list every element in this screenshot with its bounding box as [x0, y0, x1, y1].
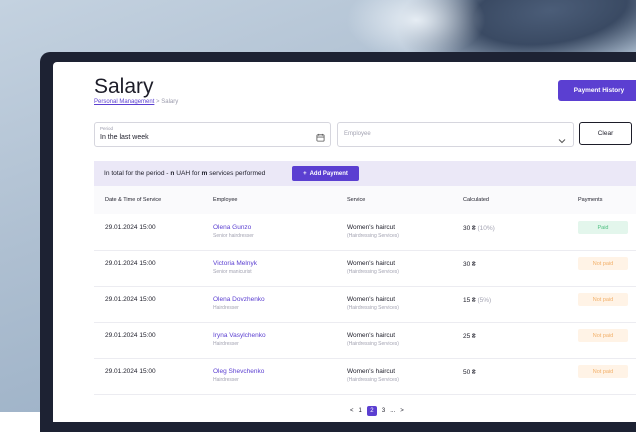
column-header-service[interactable]: Service	[347, 197, 365, 203]
service-datetime: 29.01.2024 15:00	[105, 260, 156, 267]
service-datetime: 29.01.2024 15:00	[105, 332, 156, 339]
calculated-amount: 15 ₴ (5%)	[463, 297, 492, 304]
employee-select[interactable]: Employee	[337, 122, 574, 147]
breadcrumb-separator: >	[156, 99, 160, 105]
service-category: (Hairdressing Services)	[347, 305, 399, 311]
calculated-amount: 25 ₴	[463, 333, 476, 340]
table-row: 29.01.2024 15:00 Olena Dovzhenko Hairdre…	[94, 286, 636, 323]
table-header: Date & Time of Service Employee Service …	[94, 186, 636, 214]
period-label: Period	[100, 126, 114, 131]
background-highlight	[346, 0, 486, 60]
status-badge[interactable]: Not paid	[578, 329, 628, 342]
employee-role: Senior hairdresser	[213, 233, 254, 239]
next-page-icon[interactable]: >	[400, 408, 404, 414]
status-badge[interactable]: Not paid	[578, 293, 628, 306]
service-name: Women's haircut	[347, 260, 396, 267]
period-field[interactable]: Period In the last week	[94, 122, 331, 147]
table-row: 29.01.2024 15:00 Victoria Melnyk Senior …	[94, 250, 636, 287]
employee-link[interactable]: Iryna Vasylchenko	[213, 332, 266, 339]
status-badge[interactable]: Paid	[578, 221, 628, 234]
more-pages[interactable]: ...	[390, 408, 395, 414]
service-category: (Hairdressing Services)	[347, 269, 399, 275]
prev-page-icon[interactable]: <	[350, 408, 354, 414]
add-payment-button[interactable]: + Add Payment	[292, 166, 359, 181]
calculated-amount: 30 ₴ (10%)	[463, 225, 495, 232]
calculated-amount: 50 ₴	[463, 369, 476, 376]
add-payment-label: Add Payment	[309, 170, 348, 177]
employee-link[interactable]: Olena Dovzhenko	[213, 296, 265, 303]
employee-role: Hairdresser	[213, 341, 239, 347]
employee-link[interactable]: Oleg Shevchenko	[213, 368, 264, 375]
pagination: < 1 2 3 ... >	[350, 405, 404, 417]
service-datetime: 29.01.2024 15:00	[105, 368, 156, 375]
employee-link[interactable]: Victoria Melnyk	[213, 260, 257, 267]
page-link-active[interactable]: 2	[366, 406, 377, 416]
period-value: In the last week	[100, 134, 149, 141]
page-title: Salary	[94, 75, 154, 98]
service-name: Women's haircut	[347, 332, 396, 339]
service-category: (Hairdressing Services)	[347, 341, 399, 347]
breadcrumb-current: Salary	[161, 99, 179, 105]
plus-icon: +	[303, 170, 307, 177]
calculated-amount: 30 ₴	[463, 261, 476, 268]
clear-button[interactable]: Clear	[579, 122, 632, 145]
column-header-datetime[interactable]: Date & Time of Service	[105, 197, 161, 203]
service-name: Women's haircut	[347, 296, 396, 303]
service-name: Women's haircut	[347, 368, 396, 375]
employee-role: Senior manicurist	[213, 269, 252, 275]
employee-role: Hairdresser	[213, 377, 239, 383]
breadcrumb-link-personal-management[interactable]: Personal Management	[94, 99, 154, 105]
employee-link[interactable]: Olena Gunzo	[213, 224, 251, 231]
column-header-payments[interactable]: Payments	[578, 197, 602, 203]
table-row: 29.01.2024 15:00 Iryna Vasylchenko Haird…	[94, 322, 636, 359]
table-row: 29.01.2024 15:00 Oleg Shevchenko Hairdre…	[94, 358, 636, 395]
service-datetime: 29.01.2024 15:00	[105, 296, 156, 303]
service-category: (Hairdressing Services)	[347, 233, 399, 239]
employee-role: Hairdresser	[213, 305, 239, 311]
table-row: 29.01.2024 15:00 Olena Gunzo Senior hair…	[94, 214, 636, 251]
app-screen: Salary Personal Management > Salary Paym…	[53, 62, 636, 422]
service-name: Women's haircut	[347, 224, 396, 231]
page-link[interactable]: 3	[382, 408, 385, 414]
service-datetime: 29.01.2024 15:00	[105, 224, 156, 231]
page-link[interactable]: 1	[359, 408, 362, 414]
calendar-icon[interactable]	[316, 129, 325, 147]
service-category: (Hairdressing Services)	[347, 377, 399, 383]
column-header-employee[interactable]: Employee	[213, 197, 237, 203]
chevron-down-icon	[558, 131, 566, 149]
payment-history-button[interactable]: Payment History	[558, 80, 636, 101]
column-header-calculated[interactable]: Calculated	[463, 197, 489, 203]
employee-placeholder: Employee	[344, 131, 371, 137]
status-badge[interactable]: Not paid	[578, 257, 628, 270]
status-badge[interactable]: Not paid	[578, 365, 628, 378]
summary-bar: In total for the period - n UAH for m se…	[94, 161, 636, 186]
summary-text: In total for the period - n UAH for m se…	[104, 170, 266, 177]
breadcrumb: Personal Management > Salary	[94, 99, 178, 105]
